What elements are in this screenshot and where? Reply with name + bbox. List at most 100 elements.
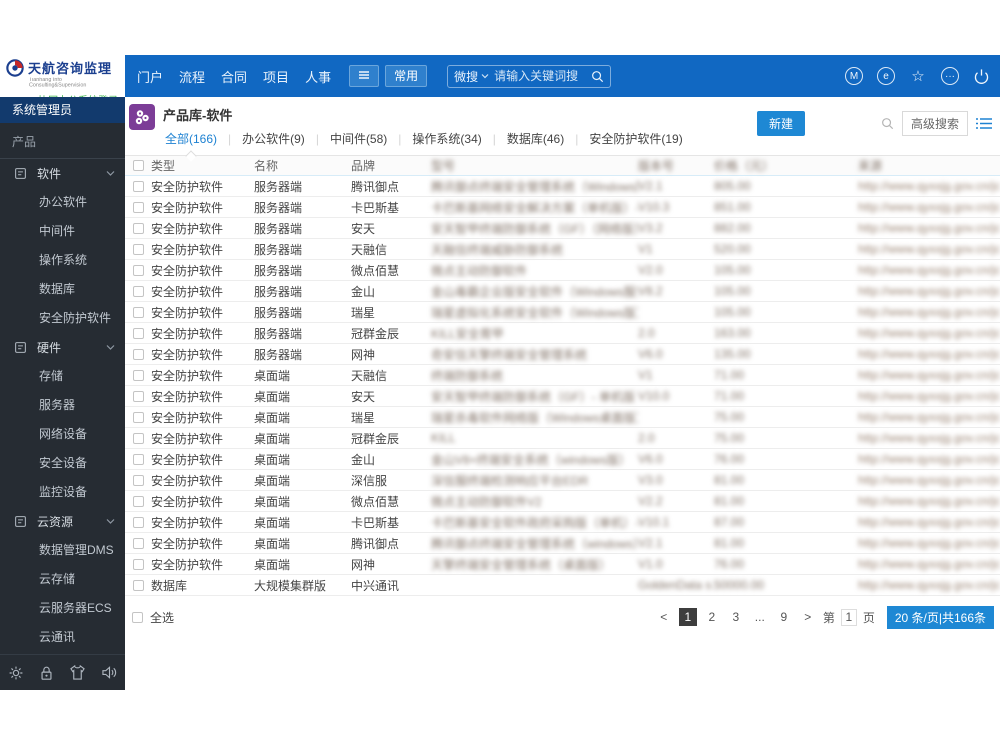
cell-source[interactable]: http://www.qyxxjg.gov.cn/jcjg/ bbox=[858, 452, 1000, 466]
row-checkbox[interactable] bbox=[132, 264, 144, 276]
power-icon[interactable] bbox=[973, 68, 990, 85]
cell-source[interactable]: http://www.qyxxjg.gov.cn/jcjg/ bbox=[858, 536, 1000, 550]
cell-source[interactable]: http://www.qyxxjg.gov.cn/jcjg/ bbox=[858, 578, 1000, 592]
table-row[interactable]: 安全防护软件 服务器端 网神 奇安信天擎终端安全管理系统 V6.0 135.00 http:… bbox=[125, 344, 1000, 365]
sidebar-item-0-1[interactable]: 中间件 bbox=[0, 217, 125, 246]
page-button-2[interactable]: 2 bbox=[703, 608, 721, 626]
nav-item-4[interactable]: 人事 bbox=[305, 67, 331, 86]
select-all-checkbox[interactable] bbox=[132, 611, 143, 623]
lock-icon[interactable] bbox=[39, 665, 54, 681]
table-row[interactable]: 安全防护软件 服务器端 安天 安天智甲终端防御系统（GF）（网络版） V3.2 882.0… bbox=[125, 218, 1000, 239]
row-checkbox[interactable] bbox=[132, 495, 144, 507]
sidebar-group-1[interactable]: 硬件 bbox=[0, 333, 125, 362]
prev-page-button[interactable]: < bbox=[655, 608, 673, 626]
sidebar-item-2-3[interactable]: 云通讯 bbox=[0, 623, 125, 652]
row-checkbox[interactable] bbox=[132, 390, 144, 402]
cell-source[interactable]: http://www.qyxxjg.gov.cn/jcjg/ bbox=[858, 431, 1000, 445]
table-row[interactable]: 安全防护软件 服务器端 腾讯御点 腾讯御点终端安全管理系统（Windows版） V2.1… bbox=[125, 176, 1000, 197]
tab-5[interactable]: 安全防护软件(19) bbox=[587, 130, 684, 147]
settings-gear-icon[interactable] bbox=[8, 665, 24, 681]
nav-item-3[interactable]: 项目 bbox=[263, 67, 289, 86]
row-checkbox[interactable] bbox=[132, 453, 144, 465]
row-checkbox[interactable] bbox=[132, 180, 144, 192]
tab-2[interactable]: 中间件(58) bbox=[328, 130, 389, 147]
row-checkbox[interactable] bbox=[132, 243, 144, 255]
row-checkbox[interactable] bbox=[132, 201, 144, 213]
sidebar-item-0-2[interactable]: 操作系统 bbox=[0, 246, 125, 275]
cell-source[interactable]: http://www.qyxxjg.gov.cn/jcjg/ bbox=[858, 347, 1000, 361]
cell-source[interactable]: http://www.qyxxjg.gov.cn/jcjg/ bbox=[858, 389, 1000, 403]
nav-item-2[interactable]: 合同 bbox=[221, 67, 247, 86]
row-checkbox[interactable] bbox=[132, 306, 144, 318]
sidebar-item-1-4[interactable]: 监控设备 bbox=[0, 478, 125, 507]
search-icon[interactable] bbox=[591, 70, 604, 83]
tab-3[interactable]: 操作系统(34) bbox=[410, 130, 483, 147]
sidebar-item-0-0[interactable]: 办公软件 bbox=[0, 188, 125, 217]
cell-source[interactable]: http://www.qyxxjg.gov.cn/jcjg/ bbox=[858, 179, 1000, 193]
table-row[interactable]: 安全防护软件 桌面端 瑞星 瑞星杀毒软件网络版（Windows桌面版） 75.00 htt… bbox=[125, 407, 1000, 428]
nav-favorites-button[interactable]: 常用 bbox=[385, 65, 428, 87]
search-scope-dropdown[interactable]: 微搜 bbox=[454, 68, 489, 85]
nav-item-1[interactable]: 流程 bbox=[179, 67, 205, 86]
sidebar-group-2[interactable]: 云资源 bbox=[0, 507, 125, 536]
table-row[interactable]: 安全防护软件 服务器端 卡巴斯基 卡巴斯基网络安全解决方案（单机版）- 05…V10.… bbox=[125, 197, 1000, 218]
select-all-header-checkbox[interactable] bbox=[132, 160, 144, 171]
message-icon[interactable]: e bbox=[877, 67, 895, 85]
page-size-summary[interactable]: 20 条/页|共166条 bbox=[886, 605, 994, 629]
table-row[interactable]: 安全防护软件 桌面端 卡巴斯基 卡巴斯基安全软件政府采购版（单机）- 03…V10.1… bbox=[125, 512, 1000, 533]
row-checkbox[interactable] bbox=[132, 432, 144, 444]
search-input[interactable] bbox=[494, 69, 587, 83]
sidebar-item-1-1[interactable]: 服务器 bbox=[0, 391, 125, 420]
table-row[interactable]: 安全防护软件 桌面端 安天 安天智甲终端防御系统（GF）- 单机版 V10.0 71.00… bbox=[125, 386, 1000, 407]
sidebar-item-0-3[interactable]: 数据库 bbox=[0, 275, 125, 304]
list-view-icon[interactable] bbox=[976, 117, 992, 130]
cell-source[interactable]: http://www.qyxxjg.gov.cn/jcjg/ bbox=[858, 263, 1000, 277]
sidebar-item-1-3[interactable]: 安全设备 bbox=[0, 449, 125, 478]
page-button-3[interactable]: 3 bbox=[727, 608, 745, 626]
table-row[interactable]: 安全防护软件 服务器端 微点佰慧 微点主动防御软件 V2.0 105.00 http://w… bbox=[125, 260, 1000, 281]
row-checkbox[interactable] bbox=[132, 558, 144, 570]
cell-source[interactable]: http://www.qyxxjg.gov.cn/jcjg/ bbox=[858, 494, 1000, 508]
table-row[interactable]: 数据库 大规模集群版 中兴通讯 GoldenData s…50000.00 http:/… bbox=[125, 575, 1000, 596]
sidebar-group-0[interactable]: 软件 bbox=[0, 159, 125, 188]
row-checkbox[interactable] bbox=[132, 474, 144, 486]
table-row[interactable]: 安全防护软件 服务器端 瑞星 瑞星虚拟化系统安全软件（Windows版） 105.00 h… bbox=[125, 302, 1000, 323]
theme-shirt-icon[interactable] bbox=[69, 665, 86, 680]
cell-source[interactable]: http://www.qyxxjg.gov.cn/jcjg/ bbox=[858, 515, 1000, 529]
row-checkbox[interactable] bbox=[132, 579, 144, 591]
sound-speaker-icon[interactable] bbox=[101, 665, 118, 680]
table-row[interactable]: 安全防护软件 桌面端 深信服 深信服终端检测响应平台EDR V3.0 81.00 http:… bbox=[125, 470, 1000, 491]
row-checkbox[interactable] bbox=[132, 537, 144, 549]
table-row[interactable]: 安全防护软件 桌面端 网神 天擎终端安全管理系统（桌面版） V1.0 76.00 http:… bbox=[125, 554, 1000, 575]
row-checkbox[interactable] bbox=[132, 222, 144, 234]
row-checkbox[interactable] bbox=[132, 369, 144, 381]
cell-source[interactable]: http://www.qyxxjg.gov.cn/jcjg/ bbox=[858, 242, 1000, 256]
row-checkbox[interactable] bbox=[132, 516, 144, 528]
tab-0[interactable]: 全部(166) bbox=[163, 130, 219, 147]
table-row[interactable]: 安全防护软件 桌面端 天融信 终端防御系统 V1 71.00 http://www.qyxx… bbox=[125, 365, 1000, 386]
row-checkbox[interactable] bbox=[132, 285, 144, 297]
page-button-9[interactable]: 9 bbox=[775, 608, 793, 626]
table-row[interactable]: 安全防护软件 桌面端 冠群金辰 KILL 2.0 75.00 http://www.qyxx… bbox=[125, 428, 1000, 449]
favorites-star-icon[interactable]: ☆ bbox=[909, 67, 927, 85]
cell-source[interactable]: http://www.qyxxjg.gov.cn/jcjg/ bbox=[858, 305, 1000, 319]
table-row[interactable]: 安全防护软件 桌面端 微点佰慧 微点主动防御软件V2 V2.2 81.00 http://w… bbox=[125, 491, 1000, 512]
page-button-1[interactable]: 1 bbox=[678, 608, 697, 626]
nav-item-0[interactable]: 门户 bbox=[137, 67, 163, 86]
cell-source[interactable]: http://www.qyxxjg.gov.cn/jcjg/ bbox=[858, 326, 1000, 340]
cell-source[interactable]: http://www.qyxxjg.gov.cn/jcjg/ bbox=[858, 557, 1000, 571]
table-search-icon[interactable] bbox=[881, 117, 894, 130]
row-checkbox[interactable] bbox=[132, 348, 144, 360]
table-row[interactable]: 安全防护软件 桌面端 金山 金山V8+终端安全系统（windows版） V6.0 76.0… bbox=[125, 449, 1000, 470]
tab-1[interactable]: 办公软件(9) bbox=[240, 130, 307, 147]
nav-menu-button[interactable] bbox=[349, 65, 380, 87]
cell-source[interactable]: http://www.qyxxjg.gov.cn/jcjg/ bbox=[858, 200, 1000, 214]
sidebar-item-1-2[interactable]: 网络设备 bbox=[0, 420, 125, 449]
sidebar-item-1-0[interactable]: 存储 bbox=[0, 362, 125, 391]
table-row[interactable]: 安全防护软件 服务器端 金山 金山毒霸企业版安全软件（Windows服务器版）V8.2… bbox=[125, 281, 1000, 302]
tab-4[interactable]: 数据库(46) bbox=[505, 130, 566, 147]
cell-source[interactable]: http://www.qyxxjg.gov.cn/jcjg/ bbox=[858, 368, 1000, 382]
more-icon[interactable]: ··· bbox=[941, 67, 959, 85]
cell-source[interactable]: http://www.qyxxjg.gov.cn/jcjg/ bbox=[858, 221, 1000, 235]
table-row[interactable]: 安全防护软件 服务器端 天融信 天融信终端威胁防御系统 V1 520.00 http://w… bbox=[125, 239, 1000, 260]
